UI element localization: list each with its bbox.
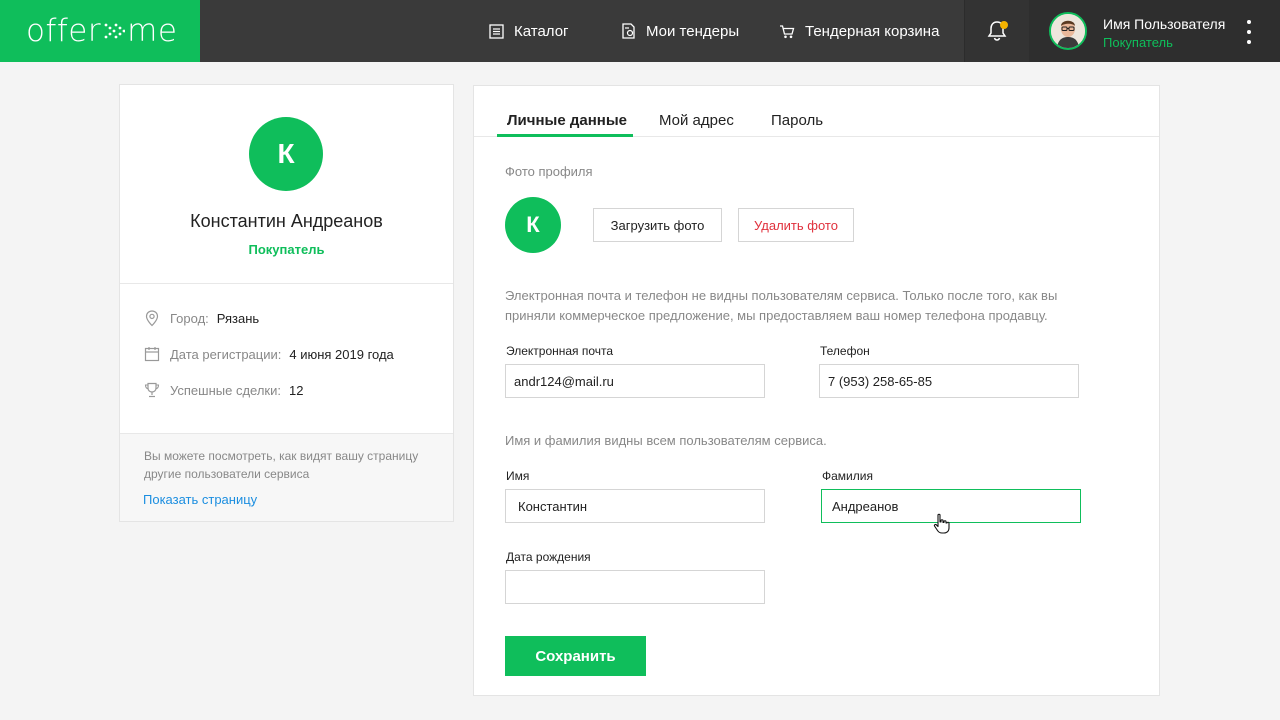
nav-catalog-label: Каталог <box>514 22 569 40</box>
profile-preview-box: Вы можете посмотреть, как видят вашу стр… <box>120 433 453 521</box>
birth-date-field[interactable] <box>505 570 765 604</box>
preview-note: Вы можете посмотреть, как видят вашу стр… <box>144 449 419 481</box>
profile-deals-row: Успешные сделки: 12 <box>144 382 303 398</box>
city-value: Рязань <box>216 311 260 326</box>
delete-photo-button[interactable]: Удалить фото <box>738 208 854 242</box>
registration-label: Дата регистрации: <box>170 346 282 362</box>
notifications-button[interactable] <box>964 0 1029 62</box>
profile-summary-card: К Константин Андреанов Покупатель Город:… <box>119 84 454 522</box>
profile-role: Покупатель <box>248 242 325 257</box>
top-navigation-bar: offer me Каталог Мои тендеры Тендерная к… <box>0 0 1280 62</box>
last-name-field[interactable]: Андреанов <box>821 489 1081 523</box>
profile-city-row: Город: Рязань <box>144 310 259 327</box>
email-label: Электронная почта <box>506 344 614 358</box>
email-field[interactable]: andr124@mail.ru <box>505 364 765 398</box>
nav-my-tenders[interactable]: Мои тендеры <box>621 0 739 62</box>
nav-tender-cart[interactable]: Тендерная корзина <box>779 0 939 62</box>
phone-label: Телефон <box>820 344 870 358</box>
profile-settings-card: Личные данные Мой адрес Пароль Фото проф… <box>473 85 1160 696</box>
birth-date-label: Дата рождения <box>506 550 591 564</box>
active-tab-indicator <box>497 134 633 137</box>
logo-text-right: me <box>127 13 178 49</box>
hand-cursor-icon <box>933 513 950 534</box>
photo-section-label: Фото профиля <box>505 164 593 179</box>
profile-photo-avatar: К <box>505 197 561 253</box>
first-name-field[interactable]: Константин <box>505 489 765 523</box>
logo-arrows-icon <box>104 23 126 39</box>
save-button[interactable]: Сохранить <box>505 636 646 676</box>
nav-tender-cart-label: Тендерная корзина <box>805 22 940 40</box>
first-name-label: Имя <box>506 469 530 483</box>
user-photo-icon <box>1051 14 1085 48</box>
location-pin-icon <box>145 310 159 327</box>
upload-photo-button[interactable]: Загрузить фото <box>593 208 722 242</box>
notification-dot <box>1000 21 1008 29</box>
more-menu-icon[interactable] <box>1244 20 1254 44</box>
tab-password[interactable]: Пароль <box>771 112 823 129</box>
tab-my-address[interactable]: Мой адрес <box>659 112 734 129</box>
offerme-logo[interactable]: offer me <box>0 0 200 62</box>
calendar-icon <box>144 347 160 362</box>
name-visibility-note: Имя и фамилия видны всем пользователям с… <box>505 433 827 448</box>
logo-text-left: offer <box>26 13 102 49</box>
tenders-icon <box>622 23 635 39</box>
user-avatar[interactable] <box>1049 12 1087 50</box>
nav-catalog[interactable]: Каталог <box>489 0 569 62</box>
tab-personal-data[interactable]: Личные данные <box>507 112 627 129</box>
last-name-label: Фамилия <box>822 469 873 483</box>
city-label: Город: <box>170 311 209 326</box>
nav-my-tenders-label: Мои тендеры <box>646 22 740 40</box>
user-role: Покупатель <box>1103 35 1173 50</box>
user-menu[interactable]: Имя Пользователя Покупатель <box>1029 0 1280 62</box>
contact-privacy-note: Электронная почта и телефон не видны пол… <box>505 288 1058 323</box>
catalog-icon <box>489 23 504 39</box>
profile-registration-row: Дата регистрации: 4 июня 2019 года <box>144 346 394 362</box>
show-page-link[interactable]: Показать страницу <box>143 492 257 507</box>
deals-value: 12 <box>288 382 304 398</box>
deals-label: Успешные сделки: <box>170 382 281 398</box>
profile-full-name: Константин Андреанов <box>190 211 383 231</box>
cart-icon <box>780 24 795 38</box>
phone-field[interactable]: 7 (953) 258-65-85 <box>819 364 1079 398</box>
registration-value: 4 июня 2019 года <box>289 346 394 362</box>
trophy-icon <box>144 382 160 398</box>
user-name: Имя Пользователя <box>1103 16 1226 32</box>
divider <box>120 283 453 284</box>
profile-avatar: К <box>249 117 323 191</box>
